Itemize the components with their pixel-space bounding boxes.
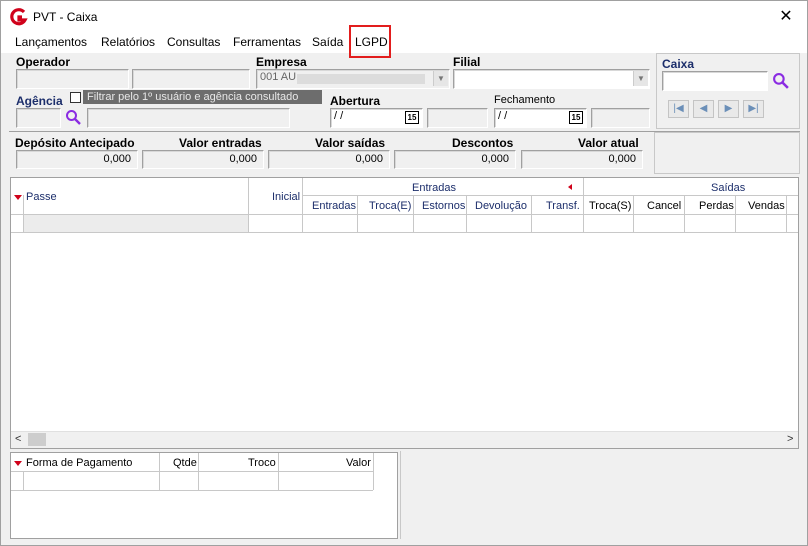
total-label-deposito: Depósito Antecipado: [15, 136, 135, 150]
table-row-passe-cell[interactable]: [23, 215, 248, 232]
grid-hline: [11, 471, 373, 472]
empresa-redacted: [297, 74, 425, 84]
caixa-field[interactable]: [662, 71, 768, 91]
menu-ferramentas[interactable]: Ferramentas: [233, 35, 301, 49]
total-label-saidas: Valor saídas: [315, 136, 386, 150]
total-label-descontos: Descontos: [452, 136, 514, 150]
agencia-code-field[interactable]: [16, 108, 61, 128]
col-devolucao[interactable]: Devolução: [475, 200, 527, 212]
next-record-icon[interactable]: ▶: [718, 100, 739, 118]
total-value-saidas: 0,000: [268, 150, 390, 169]
group-entradas: Entradas: [412, 182, 457, 194]
fechamento-label: Fechamento: [494, 94, 556, 106]
col-troco[interactable]: Troco: [248, 457, 276, 469]
col-inicial[interactable]: Inicial: [272, 191, 300, 203]
menu-consultas[interactable]: Consultas: [167, 35, 220, 49]
grid-horizontal-scrollbar[interactable]: [11, 431, 798, 448]
scroll-thumb[interactable]: [28, 433, 46, 446]
empresa-value: 001 AU: [260, 71, 297, 83]
col-troca-e[interactable]: Troca(E): [369, 200, 411, 212]
filial-dropdown-icon[interactable]: ▼: [633, 71, 648, 86]
agencia-name-field[interactable]: [87, 108, 290, 128]
agencia-label: Agência: [16, 94, 63, 108]
abertura-label: Abertura: [330, 94, 381, 108]
prev-record-icon[interactable]: ◀: [693, 100, 714, 118]
total-label-entradas: Valor entradas: [179, 136, 262, 150]
grid-hline: [302, 195, 798, 196]
total-value-valor-atual: 0,000: [521, 150, 643, 169]
agencia-search-icon[interactable]: [65, 109, 82, 126]
empresa-dropdown-icon[interactable]: ▼: [433, 71, 448, 86]
totals-side-panel: [654, 132, 800, 174]
menu-bar: Lançamentos Relatórios Consultas Ferrame…: [1, 31, 807, 53]
title-bar: PVT - Caixa ✕: [1, 1, 807, 31]
payment-sort-icon[interactable]: [14, 461, 22, 466]
menu-relatorios[interactable]: Relatórios: [101, 35, 155, 49]
grid-vline: [23, 471, 24, 490]
menu-lancamentos[interactable]: Lançamentos: [15, 35, 87, 49]
operador-name-field[interactable]: [132, 69, 250, 89]
col-forma-pagamento[interactable]: Forma de Pagamento: [26, 457, 132, 469]
empresa-label: Empresa: [256, 55, 307, 69]
total-value-entradas: 0,000: [142, 150, 264, 169]
filial-select[interactable]: ▼: [453, 69, 650, 89]
operador-label: Operador: [16, 55, 71, 69]
col-troca-s[interactable]: Troca(S): [589, 200, 631, 212]
grid-vline: [302, 178, 303, 233]
passe-sort-icon[interactable]: [14, 195, 22, 200]
total-label-valor-atual: Valor atual: [578, 136, 639, 150]
payment-grid[interactable]: Forma de Pagamento Qtde Troco Valor: [10, 452, 398, 539]
fechamento-calendar-icon[interactable]: 15: [569, 111, 583, 124]
entradas-collapse-icon[interactable]: [568, 184, 572, 190]
caixa-search-icon[interactable]: [772, 72, 790, 90]
pvt-caixa-window: PVT - Caixa ✕ Lançamentos Relatórios Con…: [0, 0, 808, 546]
grid-vline: [23, 195, 24, 233]
last-record-icon[interactable]: ▶|: [743, 100, 764, 118]
group-saidas: Saídas: [711, 182, 746, 194]
col-entradas[interactable]: Entradas: [312, 200, 356, 212]
col-perdas[interactable]: Perdas: [699, 200, 734, 212]
col-qtde[interactable]: Qtde: [173, 457, 197, 469]
scroll-left-icon[interactable]: <: [15, 433, 21, 445]
col-estornos[interactable]: Estornos: [422, 200, 465, 212]
col-passe[interactable]: Passe: [26, 191, 57, 203]
col-transf[interactable]: Transf.: [546, 200, 580, 212]
abertura-date-value: / /: [334, 110, 344, 122]
fechamento-date-field[interactable]: / / 15: [494, 108, 587, 128]
payment-side-divider: [400, 451, 799, 539]
grid-vline: [583, 178, 584, 233]
grid-hline: [11, 490, 373, 491]
close-icon[interactable]: ✕: [773, 6, 799, 28]
total-value-descontos: 0,000: [394, 150, 516, 169]
grid-hline: [11, 232, 798, 233]
window-title: PVT - Caixa: [33, 10, 98, 24]
total-value-deposito: 0,000: [16, 150, 138, 169]
filial-label: Filial: [453, 55, 481, 69]
menu-saida[interactable]: Saída: [312, 35, 343, 49]
abertura-calendar-icon[interactable]: 15: [405, 111, 419, 124]
app-logo-icon: [10, 8, 28, 26]
lgpd-highlight-box: [349, 25, 391, 58]
empresa-select[interactable]: 001 AU ▼: [256, 69, 450, 89]
scroll-right-icon[interactable]: >: [787, 433, 793, 445]
abertura-time-field[interactable]: [427, 108, 488, 128]
col-vendas[interactable]: Vendas: [748, 200, 785, 212]
movement-grid[interactable]: Passe Inicial Entradas Saídas Entradas T…: [10, 177, 799, 449]
col-cancel[interactable]: Cancel: [647, 200, 681, 212]
operador-code-field[interactable]: [16, 69, 129, 89]
filtrar-tooltip: Filtrar pelo 1º usuário e agência consul…: [83, 90, 322, 104]
fechamento-date-value: / /: [498, 110, 508, 122]
filtrar-checkbox[interactable]: [70, 92, 81, 103]
caixa-label: Caixa: [662, 57, 695, 71]
first-record-icon[interactable]: |◀: [668, 100, 689, 118]
fechamento-time-field[interactable]: [591, 108, 650, 128]
grid-vline: [248, 178, 249, 233]
grid-vline: [373, 453, 374, 490]
abertura-date-field[interactable]: / / 15: [330, 108, 423, 128]
col-valor[interactable]: Valor: [346, 457, 371, 469]
